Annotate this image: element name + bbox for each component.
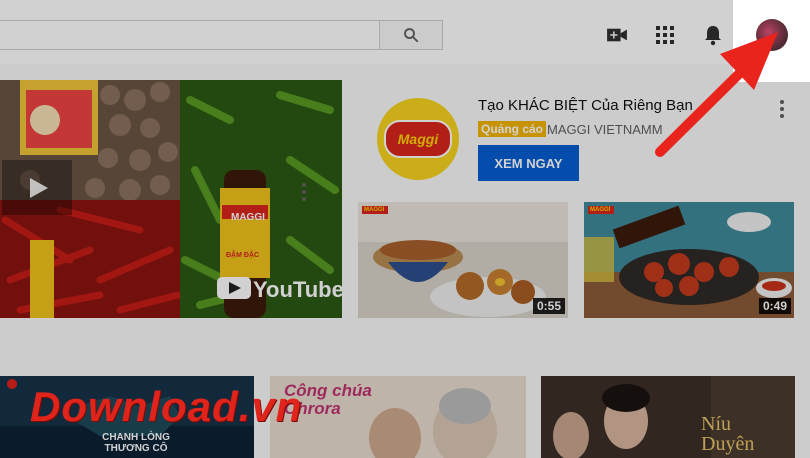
red-arrow-icon [655,32,778,157]
